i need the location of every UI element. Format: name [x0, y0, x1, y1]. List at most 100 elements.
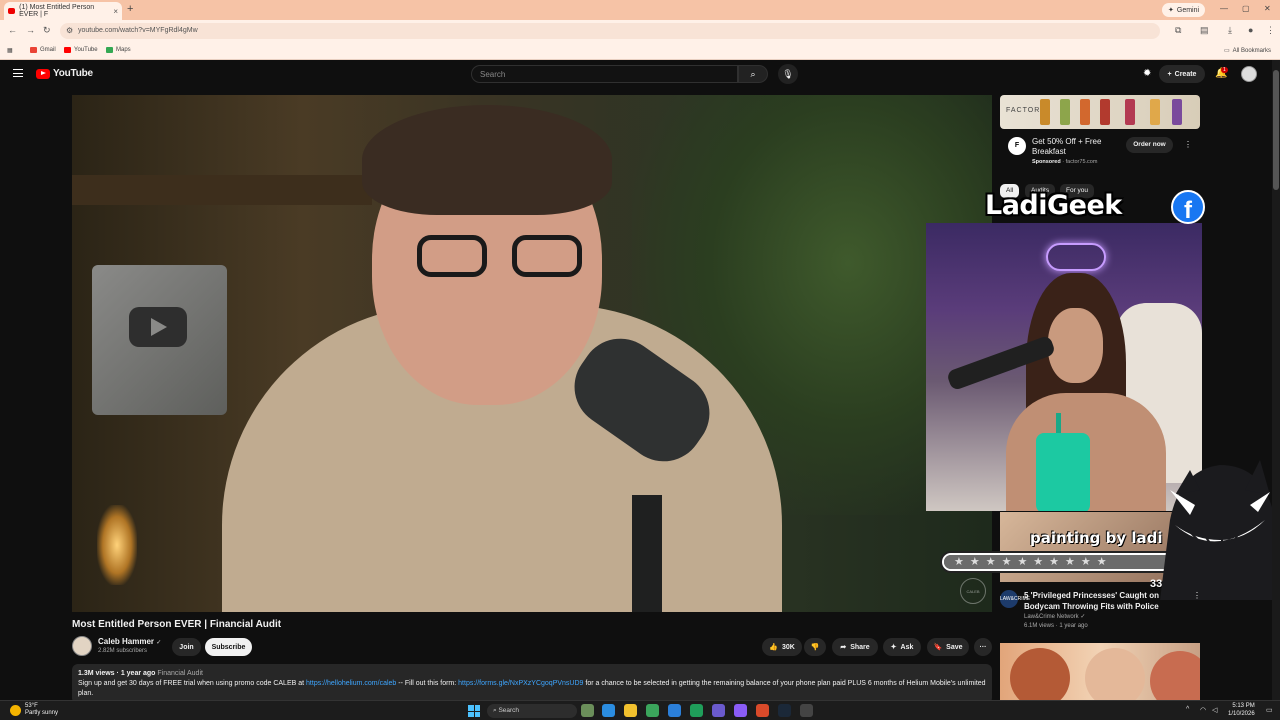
bookmark-gmail[interactable]: Gmail [30, 47, 56, 53]
search-input[interactable]: Search [471, 65, 738, 83]
order-now-button[interactable]: Order now [1126, 137, 1173, 153]
host-hair [362, 105, 612, 215]
youtube-favicon-icon [8, 8, 16, 14]
profile-icon[interactable]: ● [1248, 25, 1253, 35]
painting-overlay-text: painting by ladi [1030, 529, 1163, 547]
channel-watermark[interactable]: CALEB HAMMER [960, 578, 986, 604]
share-icon: ➦ [840, 644, 847, 651]
rec-more-icon[interactable]: ⋮ [1193, 591, 1201, 600]
ad-banner-image[interactable]: FACTOR [1000, 95, 1200, 129]
scrollbar-thumb[interactable] [1273, 70, 1279, 190]
youtube-header: YouTube Search ⌕ 🎙 ✹ + Create 🔔 1 [0, 60, 1280, 88]
host-glasses [417, 235, 587, 280]
tab-title: (1) Most Entitled Person EVER | F [19, 4, 95, 18]
notification-center-icon[interactable]: ▭ [1266, 706, 1273, 714]
taskbar-search[interactable]: ⌕ Search [487, 704, 577, 718]
reload-icon[interactable]: ↻ [43, 25, 51, 36]
cast-icon[interactable]: ✹ [1143, 68, 1151, 79]
rec-channel-name[interactable]: Law&Crime Network ✓ [1024, 613, 1085, 620]
extensions-icon[interactable]: ⧉ [1175, 25, 1181, 36]
copilot-app-icon[interactable] [602, 704, 615, 717]
account-avatar[interactable] [1241, 66, 1257, 82]
ad-more-icon[interactable]: ⋮ [1184, 140, 1192, 149]
office-app-icon[interactable] [756, 704, 769, 717]
channel-name[interactable]: Caleb Hammer ✓ [98, 637, 161, 646]
ladigeek-logo-text: LadiGeek [985, 190, 1122, 221]
gemini-button[interactable]: ✦ Gemini [1162, 3, 1206, 17]
ask-button[interactable]: ✦ Ask [883, 638, 921, 656]
subscribe-button[interactable]: Subscribe [205, 638, 252, 656]
description-text: Sign up and get 30 days of FREE trial wh… [78, 680, 986, 697]
twitch-app-icon[interactable] [734, 704, 747, 717]
youtube-logo-text: YouTube [53, 68, 93, 79]
page-scrollbar[interactable] [1272, 60, 1280, 700]
maximize-icon[interactable]: ▢ [1242, 4, 1250, 13]
steam-app-icon[interactable] [778, 704, 791, 717]
hamburger-menu-icon[interactable] [13, 69, 23, 77]
widgets-app-icon[interactable] [581, 704, 594, 717]
chrome-menu-icon[interactable]: ⋮ [1266, 25, 1275, 36]
close-window-icon[interactable]: ✕ [1264, 4, 1271, 13]
form-link[interactable]: https://forms.gle/NxPXzYCgoqPVnsUD9 [458, 680, 583, 687]
rec-channel-avatar[interactable]: LAW&CRIME [1000, 590, 1030, 608]
weather-widget[interactable]: 53°F Partly sunny [10, 703, 58, 717]
share-button[interactable]: ➦ Share [832, 638, 878, 656]
teams-app-icon[interactable] [712, 704, 725, 717]
sparkle-ask-icon: ✦ [890, 644, 897, 651]
youtube-logo[interactable]: YouTube [36, 68, 93, 79]
bookmark-youtube[interactable]: YouTube [64, 47, 98, 53]
tool-app-icon[interactable] [800, 704, 813, 717]
browser-tab[interactable]: (1) Most Entitled Person EVER | F × [4, 2, 122, 20]
rec-meta: 6.1M views · 1 year ago [1024, 623, 1088, 629]
address-bar[interactable]: ⚙ youtube.com/watch?v=MYFgRdl4gMw [60, 23, 1160, 39]
tab-close-icon[interactable]: × [113, 7, 118, 16]
file-explorer-icon[interactable] [624, 704, 637, 717]
channel-avatar[interactable] [72, 636, 92, 656]
facebook-icon: f [1171, 190, 1205, 224]
wifi-icon[interactable]: ◠ [1200, 706, 1206, 714]
gmail-icon [30, 47, 37, 53]
search-icon: ⌕ [750, 69, 756, 79]
rec-verified-icon: ✓ [1080, 614, 1086, 620]
bookmark-save-icon: 🔖 [933, 644, 943, 651]
store-app-icon[interactable] [668, 704, 681, 717]
more-actions-button[interactable]: ··· [974, 638, 992, 656]
xbox-app-icon[interactable] [690, 704, 703, 717]
url-text: youtube.com/watch?v=MYFgRdl4gMw [78, 27, 198, 34]
award-play-icon [129, 307, 187, 347]
search-button[interactable]: ⌕ [738, 65, 768, 83]
minimize-icon[interactable]: — [1220, 4, 1228, 13]
back-icon[interactable]: ← [8, 25, 17, 35]
like-button[interactable]: 👍 30K [762, 638, 802, 656]
downloads-icon[interactable]: ⤓ [1228, 25, 1232, 36]
sidepanel-icon[interactable]: ▤ [1200, 25, 1209, 36]
maps-icon [106, 47, 113, 53]
forward-icon[interactable]: → [26, 25, 35, 35]
join-button[interactable]: Join [172, 638, 201, 656]
apps-grid-icon[interactable]: ▦ [7, 47, 13, 54]
site-info-icon[interactable]: ⚙ [66, 26, 73, 35]
browser-tab-strip: (1) Most Entitled Person EVER | F × + ✦ … [0, 0, 1280, 20]
rec2-thumbnail[interactable] [1000, 643, 1200, 700]
all-bookmarks[interactable]: ▭ All Bookmarks [1224, 47, 1271, 55]
windows-start-icon[interactable] [468, 705, 480, 717]
rec-title[interactable]: 5 'Privileged Princesses' Caught on Body… [1024, 590, 1194, 612]
gemini-label: Gemini [1176, 6, 1200, 14]
system-clock[interactable]: 5:13 PM 1/10/2026 [1228, 702, 1255, 718]
sparkle-icon: ✦ [1168, 7, 1174, 14]
helium-link[interactable]: https://hellohelium.com/caleb [306, 680, 396, 687]
voice-search-button[interactable]: 🎙 [778, 64, 798, 84]
dislike-button[interactable]: 👎 [804, 638, 826, 656]
video-description[interactable]: 1.3M views · 1 year ago Financial Audit … [72, 664, 992, 704]
chrome-app-icon[interactable] [646, 704, 659, 717]
tray-chevron-icon[interactable]: ^ [1186, 706, 1189, 713]
ad-brand-wordmark: FACTOR [1006, 107, 1041, 114]
ad-title[interactable]: Get 50% Off + Free Breakfast [1032, 137, 1122, 157]
create-button[interactable]: + Create [1159, 65, 1205, 83]
description-meta: 1.3M views · 1 year ago Financial Audit [78, 670, 203, 677]
save-button[interactable]: 🔖 Save [927, 638, 969, 656]
video-player[interactable]: CALEB HAMMER [72, 95, 992, 612]
bookmark-maps[interactable]: Maps [106, 47, 131, 53]
new-tab-button[interactable]: + [127, 3, 133, 15]
volume-icon[interactable]: ◁ [1212, 706, 1217, 714]
